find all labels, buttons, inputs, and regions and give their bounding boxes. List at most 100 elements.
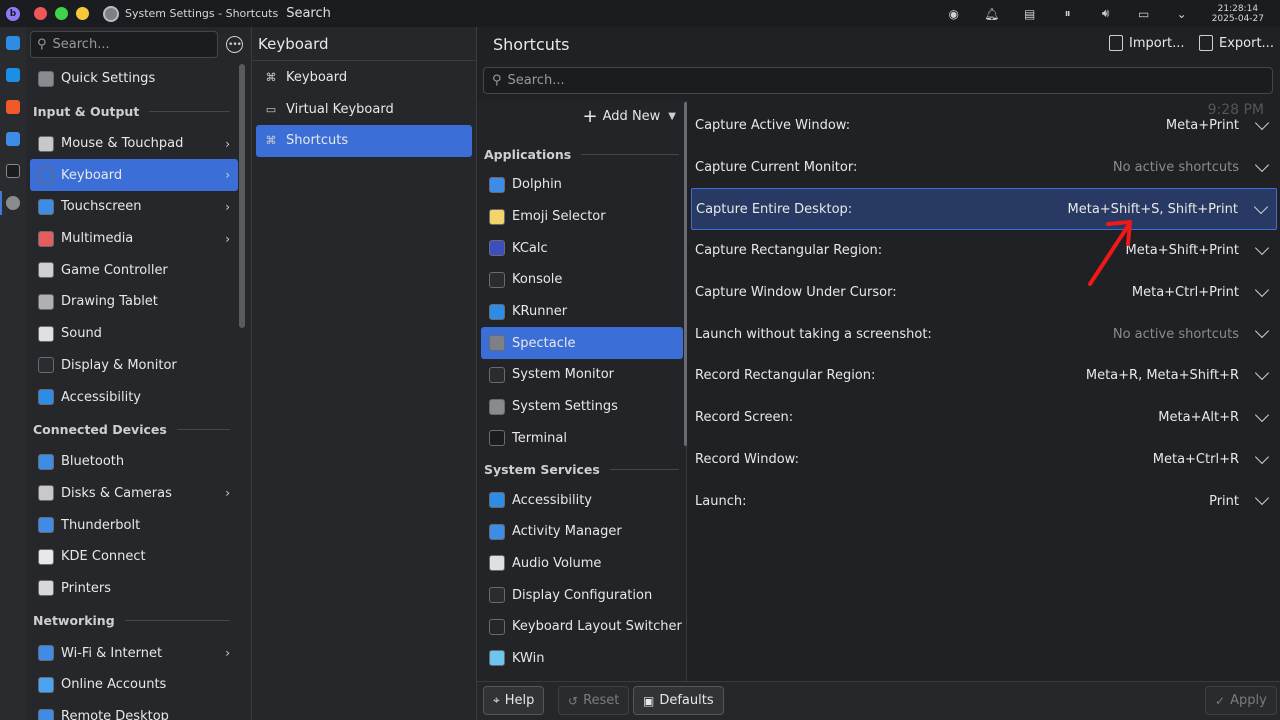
- dock-item-files[interactable]: [0, 123, 26, 155]
- shortcuts-search-input[interactable]: [507, 73, 1208, 88]
- shortcut-action-label: Record Window:: [695, 451, 799, 467]
- component-item-activity-manager[interactable]: Activity Manager: [481, 516, 683, 548]
- keyboard-subpage-virtual-keyboard[interactable]: ▭ Virtual Keyboard: [256, 94, 472, 126]
- chevron-down-icon[interactable]: [1253, 200, 1269, 215]
- sidebar-item-quick-settings[interactable]: Quick Settings: [30, 63, 238, 95]
- shortcut-row-capture-window-under-cursor[interactable]: Capture Window Under Cursor: Meta+Ctrl+Pr…: [691, 272, 1277, 314]
- chevron-down-icon[interactable]: [1254, 449, 1270, 464]
- component-item-konsole[interactable]: Konsole: [481, 264, 683, 296]
- chevron-down-icon[interactable]: [1254, 240, 1270, 256]
- brave-icon: [6, 100, 20, 114]
- dock-item-krunner[interactable]: [0, 27, 26, 59]
- sidebar-item-accessibility[interactable]: Accessibility: [30, 381, 238, 413]
- sidebar-item-thunderbolt[interactable]: Thunderbolt: [30, 509, 238, 541]
- chevron-down-icon[interactable]: [1254, 407, 1270, 422]
- sidebar-item-printers[interactable]: Printers: [30, 573, 238, 605]
- sidebar-item-online-accounts[interactable]: Online Accounts: [30, 669, 238, 701]
- help-button[interactable]: ⌖ Help: [483, 686, 545, 715]
- keyboard-subpage-keyboard[interactable]: ⌘ Keyboard: [256, 62, 472, 94]
- chevron-right-icon: ›: [225, 168, 230, 183]
- shortcut-row-record-screen[interactable]: Record Screen: Meta+Alt+R: [691, 397, 1277, 439]
- keyboard-subpage-list: ⌘ Keyboard ▭ Virtual Keyboard ⌘ Shortcuts: [252, 61, 476, 157]
- sidebar-item-label: Remote Desktop: [61, 709, 169, 720]
- sidebar-item-game-controller[interactable]: Game Controller: [30, 254, 238, 286]
- sidebar-item-wi-fi-internet[interactable]: Wi-Fi & Internet ›: [30, 637, 238, 669]
- defaults-button[interactable]: ▣ Defaults: [633, 686, 724, 715]
- component-item-emoji-selector[interactable]: Emoji Selector: [481, 201, 683, 233]
- sidebar-item-mouse-touchpad[interactable]: Mouse & Touchpad ›: [30, 128, 238, 160]
- component-list-scrollbar[interactable]: [684, 102, 687, 446]
- sidebar-item-drawing-tablet[interactable]: Drawing Tablet: [30, 286, 238, 318]
- maximize-window-button[interactable]: [55, 7, 68, 20]
- section-header-networking: Networking: [26, 604, 238, 637]
- shortcut-row-capture-rectangular-region[interactable]: Capture Rectangular Region: Meta+Shift+Pr…: [691, 230, 1277, 272]
- component-item-kcalc[interactable]: KCalc: [481, 232, 683, 264]
- component-item-display-configuration[interactable]: Display Configuration: [481, 579, 683, 611]
- export-button[interactable]: Export...: [1199, 35, 1274, 51]
- shortcut-row-capture-active-window[interactable]: Capture Active Window: Meta+Print: [691, 105, 1277, 147]
- chevron-down-icon[interactable]: [1254, 115, 1270, 131]
- chevron-down-icon[interactable]: ⌄: [1174, 6, 1190, 22]
- sidebar-item-remote-desktop[interactable]: Remote Desktop: [30, 701, 238, 720]
- dock-item-brave[interactable]: [0, 91, 26, 123]
- chevron-down-icon[interactable]: [1254, 282, 1270, 297]
- chevron-down-icon[interactable]: [1254, 366, 1270, 381]
- sidebar-item-bluetooth[interactable]: Bluetooth: [30, 446, 238, 478]
- sidebar-item-keyboard[interactable]: Keyboard ›: [30, 159, 238, 192]
- shortcut-row-launch-without-taking-a-screenshot[interactable]: Launch without taking a screenshot: No ac…: [691, 313, 1277, 355]
- shortcut-row-capture-current-monitor[interactable]: Capture Current Monitor: No active shortc…: [691, 147, 1277, 189]
- component-item-accessibility[interactable]: Accessibility: [481, 484, 683, 516]
- sidebar-scrollbar[interactable]: [239, 64, 245, 328]
- spectacle-tray-icon[interactable]: ◉: [946, 6, 962, 22]
- emoji-selector-icon: [489, 208, 505, 225]
- notifications-icon[interactable]: 🔔︎: [984, 6, 1000, 22]
- sidebar-item-disks-cameras[interactable]: Disks & Cameras ›: [30, 478, 238, 510]
- reset-button[interactable]: ↺ Reset: [558, 686, 630, 715]
- apply-button[interactable]: ✓ Apply: [1205, 686, 1277, 715]
- global-search-label[interactable]: Search: [286, 6, 331, 21]
- sidebar-item-multimedia[interactable]: Multimedia ›: [30, 223, 238, 255]
- thunderbolt-icon: [38, 517, 54, 534]
- hamburger-menu-icon[interactable]: •••: [226, 36, 243, 53]
- minimize-window-button[interactable]: [76, 7, 89, 20]
- dock-item-search[interactable]: [0, 59, 26, 91]
- shortcut-row-record-rectangular-region[interactable]: Record Rectangular Region: Meta+R, Meta+S…: [691, 355, 1277, 397]
- shortcut-row-capture-entire-desktop[interactable]: Capture Entire Desktop: Meta+Shift+S, Shi…: [691, 188, 1277, 231]
- shortcut-row-launch[interactable]: Launch: Print: [691, 480, 1277, 522]
- shortcuts-search[interactable]: ⚲: [483, 67, 1273, 94]
- sidebar-search[interactable]: ⚲: [30, 31, 218, 58]
- sidebar-item-display-monitor[interactable]: Display & Monitor: [30, 350, 238, 382]
- clipboard-icon[interactable]: ▤: [1022, 6, 1038, 22]
- component-item-spectacle[interactable]: Spectacle: [481, 327, 683, 360]
- add-new-button[interactable]: + Add New ▼: [583, 107, 676, 125]
- import-button[interactable]: Import...: [1109, 35, 1185, 51]
- component-item-system-monitor[interactable]: System Monitor: [481, 359, 683, 391]
- component-item-kwin[interactable]: KWin: [481, 643, 683, 675]
- chevron-down-icon[interactable]: [1254, 324, 1270, 339]
- dock-item-terminal[interactable]: [0, 155, 26, 187]
- media-pause-icon[interactable]: ⏸︎: [1060, 6, 1076, 22]
- component-item-audio-volume[interactable]: Audio Volume: [481, 548, 683, 580]
- keyboard-subpage-shortcuts[interactable]: ⌘ Shortcuts: [256, 125, 472, 157]
- battery-icon[interactable]: ▭: [1136, 6, 1152, 22]
- export-label: Export...: [1219, 35, 1274, 51]
- component-item-terminal[interactable]: Terminal: [481, 423, 683, 455]
- close-window-button[interactable]: [34, 7, 47, 20]
- component-item-system-settings[interactable]: System Settings: [481, 391, 683, 423]
- chevron-down-icon[interactable]: [1254, 157, 1270, 172]
- sidebar-item-kde-connect[interactable]: KDE Connect: [30, 541, 238, 573]
- sidebar-item-label: Printers: [61, 580, 112, 596]
- chevron-down-icon[interactable]: [1254, 491, 1270, 506]
- clock[interactable]: 21:28:14 2025-04-27: [1212, 4, 1264, 24]
- component-item-krunner[interactable]: KRunner: [481, 296, 683, 328]
- app-launcher-icon[interactable]: b: [6, 6, 20, 21]
- sidebar-item-touchscreen[interactable]: Touchscreen ›: [30, 191, 238, 223]
- dock-item-system-settings[interactable]: [0, 187, 26, 219]
- sidebar-search-input[interactable]: [52, 37, 203, 52]
- component-item-dolphin[interactable]: Dolphin: [481, 169, 683, 201]
- shortcut-row-record-window[interactable]: Record Window: Meta+Ctrl+R: [691, 439, 1277, 481]
- component-item-keyboard-layout-switcher[interactable]: Keyboard Layout Switcher: [481, 611, 683, 643]
- sidebar-item-sound[interactable]: Sound: [30, 318, 238, 350]
- shortcut-keys: Print: [1209, 493, 1239, 509]
- volume-icon[interactable]: 🔊︎: [1098, 6, 1114, 22]
